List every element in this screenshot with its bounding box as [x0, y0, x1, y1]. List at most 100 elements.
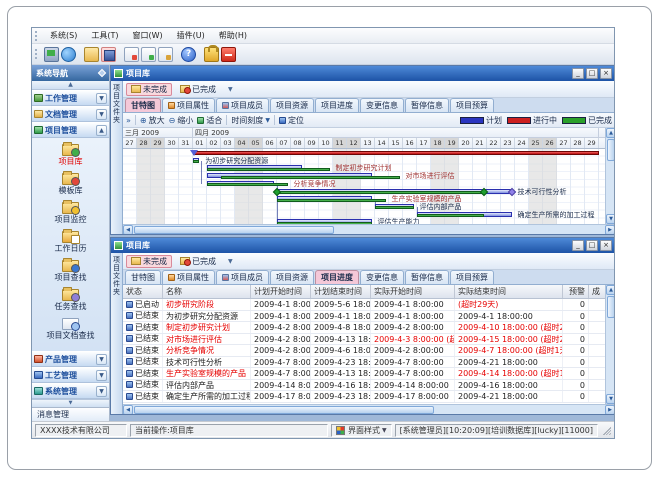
tab[interactable]: 项目成员 [216, 270, 269, 284]
tab[interactable]: 项目资源 [270, 98, 314, 112]
collapse-button[interactable]: ▲ [32, 81, 109, 90]
col-header-cost[interactable]: 成 [589, 285, 605, 298]
message-manage-tab[interactable]: 消息管理 [32, 407, 109, 421]
tab[interactable]: 暂停信息 [405, 270, 449, 284]
toolbar-icon[interactable] [181, 47, 196, 62]
close-button[interactable]: × [600, 240, 612, 251]
gantt-window-titlebar[interactable]: 项目库 _ □ × [111, 66, 614, 81]
maximize-button[interactable]: □ [586, 68, 598, 79]
col-header-actual-start[interactable]: 实际开始时间 [371, 285, 455, 298]
toolbar-icon[interactable] [44, 47, 59, 62]
tab[interactable]: 甘特图 [125, 98, 161, 112]
tab[interactable]: 项目进度 [315, 270, 359, 284]
col-header-plan-start[interactable]: 计划开始时间 [251, 285, 311, 298]
fit-button[interactable]: 适合 [197, 115, 222, 126]
sidebar-group[interactable]: 项目管理 [32, 122, 109, 138]
sidebar-group[interactable]: 工作管理 [32, 90, 109, 106]
tab[interactable]: 项目进度 [315, 98, 359, 112]
scroll-down-icon[interactable]: ▼ [606, 214, 614, 224]
gantt-horizontal-scrollbar[interactable]: ◀ ▶ [123, 224, 614, 234]
toolbar-icon[interactable] [141, 47, 156, 62]
table-row[interactable]: 已结束 制定初步研究计划 2009-4-2 8:00:00 2009-4-8 1… [123, 322, 605, 334]
resize-grip[interactable] [601, 425, 611, 435]
filter-button[interactable]: 已完成 [175, 255, 221, 268]
toolbar-icon[interactable] [101, 47, 116, 62]
col-header-name[interactable]: 名称 [163, 285, 251, 298]
close-button[interactable]: × [600, 68, 612, 79]
sidebar-group[interactable]: 文档管理 [32, 106, 109, 122]
sidebar-item[interactable]: 项目文档查找 [32, 314, 109, 343]
scroll-down-icon[interactable]: ▼ [606, 394, 614, 404]
col-header-plan-end[interactable]: 计划结束时间 [311, 285, 371, 298]
table-row[interactable]: 已结束 技术可行性分析 2009-4-7 8:00:00 2009-4-23 1… [123, 357, 605, 369]
tab[interactable]: 项目预算 [450, 98, 494, 112]
chevron-icon[interactable] [96, 93, 107, 104]
ui-style-button[interactable]: 界面样式 ▼ [331, 424, 392, 437]
tab[interactable]: 甘特图 [125, 270, 161, 284]
tab[interactable]: 暂停信息 [405, 98, 449, 112]
gantt-summary-bar[interactable] [193, 151, 599, 155]
toolbar-icon[interactable] [61, 47, 76, 62]
menu-item[interactable]: 窗口(W) [125, 29, 169, 42]
table-window-titlebar[interactable]: 项目库 _ □ × [111, 238, 614, 253]
sidebar-group[interactable]: 工艺管理 [32, 367, 109, 383]
tab[interactable]: 项目资源 [270, 270, 314, 284]
table-row[interactable]: 已结束 为初步研究分配资源 2009-4-1 8:00:00 2009-4-1 … [123, 311, 605, 323]
sidebar-group[interactable]: 产品管理 [32, 351, 109, 367]
tab[interactable]: 项目预算 [450, 270, 494, 284]
filter-button[interactable]: 已完成 [175, 83, 221, 96]
toolbar-icon[interactable] [221, 47, 236, 62]
toolbar-icon[interactable] [204, 47, 219, 62]
scroll-thumb[interactable] [607, 139, 614, 161]
table-row[interactable]: 已启动 初步研究阶段 2009-4-1 8:00:00 2009-5-6 18:… [123, 299, 605, 311]
gantt-body[interactable]: 为初步研究分配资源制定初步研究计划对市场进行评估分析竞争情况技术可行性分析生产实… [123, 149, 605, 224]
folder-side-tab[interactable]: 项目文件夹 [111, 81, 123, 234]
table-row[interactable]: 已结束 分析竞争情况 2009-4-2 8:00:00 2009-4-6 18:… [123, 345, 605, 357]
menu-item[interactable]: 插件(U) [170, 29, 212, 42]
scroll-right-icon[interactable]: ▶ [605, 405, 614, 414]
scroll-thumb[interactable] [607, 296, 614, 318]
sidebar-item[interactable]: 项目查找 [32, 256, 109, 285]
drag-handle-icon[interactable] [35, 31, 40, 41]
scroll-left-icon[interactable]: ◀ [123, 405, 133, 414]
toolbar-icon[interactable] [84, 47, 99, 62]
minimize-button[interactable]: _ [572, 68, 584, 79]
minimize-button[interactable]: _ [572, 240, 584, 251]
chevron-icon[interactable] [96, 386, 107, 397]
menu-item[interactable]: 系统(S) [43, 29, 84, 42]
table-vertical-scrollbar[interactable]: ▲ ▼ [605, 285, 614, 404]
chevron-icon[interactable] [96, 109, 107, 120]
filter-button[interactable]: 未完成 [126, 255, 172, 268]
gantt-vertical-scrollbar[interactable]: ▲ ▼ [605, 128, 614, 224]
scroll-thumb[interactable] [134, 226, 334, 234]
sidebar-overflow-button[interactable]: ▼ [32, 399, 109, 407]
toolbar-overflow-button[interactable]: » [126, 116, 131, 125]
table-horizontal-scrollbar[interactable]: ◀ ▶ [123, 404, 614, 414]
tab[interactable]: 变更信息 [360, 270, 404, 284]
toolbar-icon[interactable] [158, 47, 173, 62]
filter-button[interactable]: 未完成 [126, 83, 172, 96]
drag-handle-icon[interactable] [35, 49, 40, 59]
filter-more-button[interactable]: ▼ [228, 86, 233, 93]
col-header-warning[interactable]: 预警 [563, 285, 589, 298]
table-row[interactable]: 已结束 生产实验室规模的产品 2009-4-7 8:00:00 2009-4-1… [123, 368, 605, 380]
tab[interactable]: 项目属性 [162, 270, 215, 284]
sidebar-item[interactable]: 项目库 [32, 140, 109, 169]
folder-side-tab[interactable]: 项目文件夹 [111, 253, 123, 414]
toolbar-icon[interactable] [124, 47, 139, 62]
pin-icon[interactable] [98, 69, 106, 77]
zoom-out-button[interactable]: ⊖缩小 [169, 115, 194, 126]
sidebar-group[interactable]: 系统管理 [32, 383, 109, 399]
chevron-icon[interactable] [96, 354, 107, 365]
scroll-left-icon[interactable]: ◀ [123, 225, 133, 234]
tab[interactable]: 变更信息 [360, 98, 404, 112]
tab[interactable]: 项目成员 [216, 98, 269, 112]
timescale-button[interactable]: 时间刻度▼ [231, 115, 270, 126]
filter-more-button[interactable]: ▼ [228, 258, 233, 265]
table-row[interactable]: 已结束 评估内部产品 2009-4-14 8:00:00 2009-4-16 1… [123, 380, 605, 392]
maximize-button[interactable]: □ [586, 240, 598, 251]
scroll-thumb[interactable] [134, 406, 434, 414]
table-row[interactable]: 已结束 对市场进行评估 2009-4-2 8:00:00 2009-4-13 1… [123, 334, 605, 346]
sidebar-header[interactable]: 系统导航 [32, 65, 109, 81]
sidebar-item[interactable]: 工作日历 [32, 227, 109, 256]
